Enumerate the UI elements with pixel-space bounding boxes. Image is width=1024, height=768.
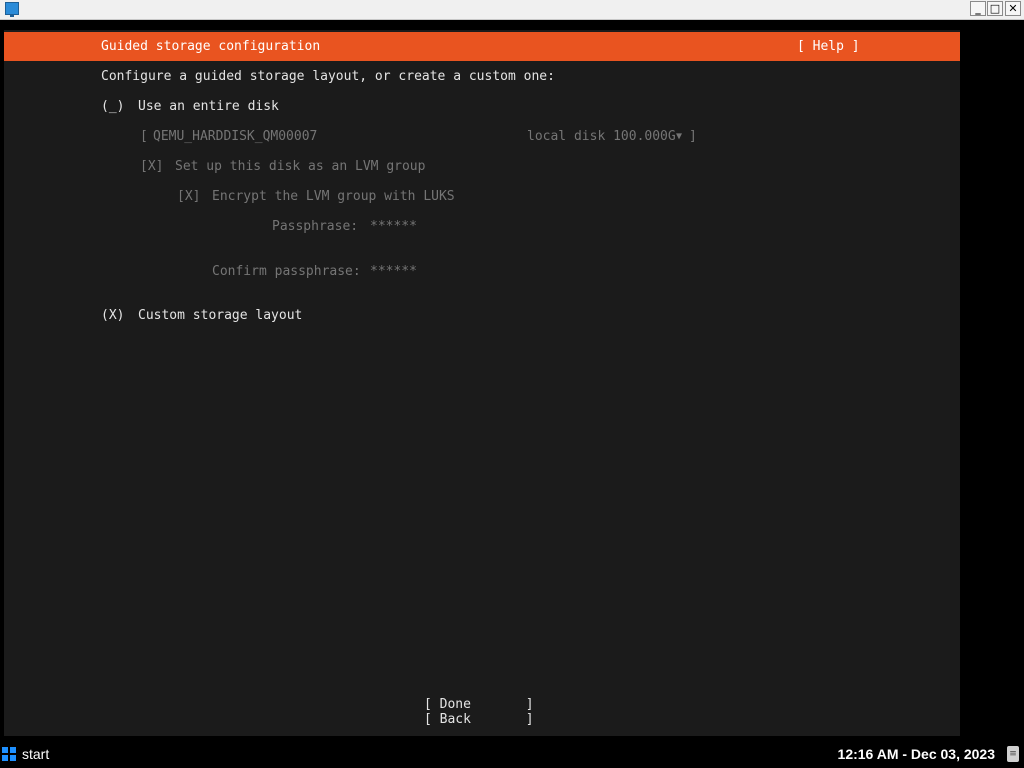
installer-screen: Guided storage configuration [ Help ] Co… [0,20,1024,738]
page-title: Guided storage configuration [101,39,321,54]
back-button[interactable]: [ Back ] [424,712,534,728]
maximize-button[interactable]: □ [987,1,1003,16]
custom-layout-radio[interactable]: (X) [101,308,124,324]
confirm-passphrase-label: Confirm passphrase: [212,264,361,279]
taskbar: start 12:16 AM - Dec 03, 2023 ≡ [0,740,1024,768]
disk-select-open-bracket: [ [140,129,148,144]
lvm-label: Set up this disk as an LVM group [175,159,426,174]
tray-menu-icon[interactable]: ≡ [1007,746,1019,762]
window-titlebar: _ □ ✕ [0,0,1024,20]
luks-checkbox[interactable]: [X] [177,189,200,205]
custom-layout-label[interactable]: Custom storage layout [138,308,302,324]
dropdown-arrow-icon[interactable]: ▼ [676,129,682,145]
close-button[interactable]: ✕ [1005,1,1021,16]
intro-text: Configure a guided storage layout, or cr… [101,69,555,84]
done-button[interactable]: [ Done ] [424,697,534,713]
confirm-passphrase-field[interactable]: ****** [370,264,417,280]
entire-disk-radio[interactable]: (_) [101,99,124,115]
lvm-checkbox[interactable]: [X] [140,159,163,175]
passphrase-field[interactable]: ****** [370,219,417,235]
clock: 12:16 AM - Dec 03, 2023 [837,746,995,762]
start-button[interactable]: start [22,745,49,763]
passphrase-label: Passphrase: [272,219,359,234]
monitor-icon [5,2,19,17]
minimize-button[interactable]: _ [970,1,986,16]
disk-select[interactable]: QEMU_HARDDISK_QM00007 [153,129,317,145]
disk-size: local disk 100.000G [527,129,676,144]
windows-logo-icon[interactable] [2,747,16,761]
disk-select-close-bracket: ] [689,129,697,144]
help-button[interactable]: [ Help ] [797,39,860,55]
entire-disk-label[interactable]: Use an entire disk [138,99,279,115]
luks-label: Encrypt the LVM group with LUKS [212,189,455,204]
